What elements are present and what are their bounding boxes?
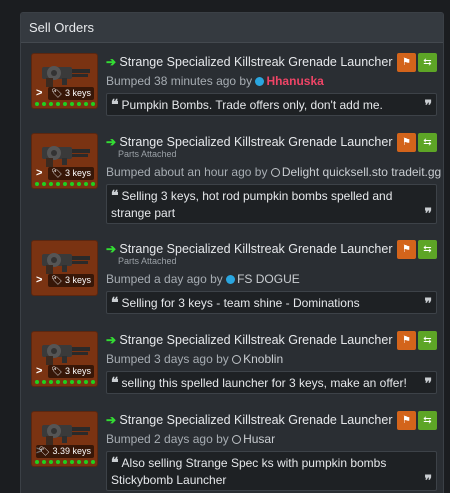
flag-button[interactable]: ⚑ (397, 331, 416, 350)
user-link[interactable]: Husar (243, 432, 275, 446)
bumped-line: Bumped 38 minutes ago by Hhanuska (106, 74, 324, 88)
price-tag: 🏷︎ 3 keys (48, 167, 94, 180)
trade-arrows-icon: ⇆ (423, 415, 432, 426)
order-comment: ❝ selling this spelled launcher for 3 key… (106, 371, 437, 394)
trade-button[interactable]: ⇆ (418, 240, 437, 259)
trade-arrows-icon: ⇆ (423, 244, 432, 255)
flag-icon: ⚑ (402, 137, 411, 148)
status-dots (35, 380, 95, 384)
user-link[interactable]: FS DOGUE (237, 272, 300, 286)
trade-button[interactable]: ⇆ (418, 331, 437, 350)
trade-button[interactable]: ⇆ (418, 133, 437, 152)
parts-attached-label: Parts Attached (118, 256, 177, 266)
online-status-icon (255, 77, 265, 86)
grenade-launcher-icon (42, 146, 90, 167)
grenade-launcher-icon (42, 253, 90, 274)
item-icon-box[interactable]: > 🏷︎ 3.39 keys (31, 411, 98, 467)
killstreak-chevron-icon: > (36, 167, 43, 179)
item-icon-box[interactable]: > 🏷︎ 3 keys (31, 331, 98, 387)
order-comment: ❝ Selling for 3 keys - team shine - Domin… (106, 291, 437, 314)
flag-icon: ⚑ (402, 335, 411, 346)
panel-title: Sell Orders (21, 13, 443, 43)
price-tag: 🏷︎ 3.39 keys (35, 445, 94, 458)
flag-icon: ⚑ (402, 57, 411, 68)
grenade-launcher-icon (42, 344, 90, 365)
order-row: > 🏷︎ 3 keys ➔ Strange Specialized Killst… (31, 331, 437, 411)
quote-open-icon: ❝ (111, 295, 119, 311)
quote-close-icon: ❞ (424, 98, 432, 114)
price-tag: 🏷︎ 3 keys (48, 274, 94, 287)
flag-button[interactable]: ⚑ (397, 53, 416, 72)
item-title[interactable]: Strange Specialized Killstreak Grenade L… (119, 242, 392, 256)
parts-attached-label: Parts Attached (118, 149, 177, 159)
status-dots (35, 102, 95, 106)
online-status-icon (226, 275, 236, 284)
quote-close-icon: ❞ (424, 473, 432, 489)
trade-arrows-icon: ⇆ (423, 57, 432, 68)
arrow-right-icon: ➔ (106, 135, 117, 149)
arrow-right-icon: ➔ (106, 242, 117, 256)
arrow-right-icon: ➔ (106, 413, 117, 427)
order-row: > 🏷︎ 3.39 keys ➔ Strange Specialized Kil… (31, 411, 437, 493)
arrow-right-icon: ➔ (106, 55, 117, 69)
bumped-line: Bumped 2 days ago by Husar (106, 432, 276, 446)
item-icon-box[interactable]: > 🏷︎ 3 keys (31, 133, 98, 189)
user-link[interactable]: Delight quicksell.sto tradeit.gg (282, 165, 441, 179)
offline-status-icon (232, 355, 242, 364)
trade-button[interactable]: ⇆ (418, 53, 437, 72)
item-title[interactable]: Strange Specialized Killstreak Grenade L… (119, 135, 392, 149)
trade-arrows-icon: ⇆ (423, 335, 432, 346)
user-link[interactable]: Knoblin (243, 352, 283, 366)
price-tag: 🏷︎ 3 keys (48, 87, 94, 100)
trade-button[interactable]: ⇆ (418, 411, 437, 430)
killstreak-chevron-icon: > (36, 274, 43, 286)
item-title[interactable]: Strange Specialized Killstreak Grenade L… (119, 413, 392, 427)
grenade-launcher-icon (42, 66, 90, 87)
flag-button[interactable]: ⚑ (397, 133, 416, 152)
status-dots (35, 182, 95, 186)
arrow-right-icon: ➔ (106, 333, 117, 347)
item-title[interactable]: Strange Specialized Killstreak Grenade L… (119, 55, 392, 69)
flag-button[interactable]: ⚑ (397, 411, 416, 430)
order-row: > 🏷︎ 3 keys ➔ Strange Specialized Killst… (31, 53, 437, 133)
bumped-line: Bumped about an hour ago by Delight quic… (106, 165, 442, 179)
flag-icon: ⚑ (402, 415, 411, 426)
order-comment: ❝ Selling 3 keys, hot rod pumpkin bombs s… (106, 184, 437, 224)
item-title[interactable]: Strange Specialized Killstreak Grenade L… (119, 333, 392, 347)
quote-open-icon: ❝ (111, 455, 119, 471)
offline-status-icon (232, 435, 242, 444)
quote-open-icon: ❝ (111, 375, 119, 391)
order-comment: ❝ Pumpkin Bombs. Trade offers only, don't… (106, 93, 437, 116)
grenade-launcher-icon (42, 424, 90, 445)
order-row: > 🏷︎ 3 keys ➔ Strange Specialized Killst… (31, 133, 441, 243)
killstreak-chevron-icon: > (36, 365, 43, 377)
status-dots (35, 460, 95, 464)
quote-open-icon: ❝ (111, 97, 119, 113)
trade-arrows-icon: ⇆ (423, 137, 432, 148)
quote-close-icon: ❞ (424, 296, 432, 312)
bumped-line: Bumped 3 days ago by Knoblin (106, 352, 284, 366)
quote-open-icon: ❝ (111, 188, 119, 204)
user-link[interactable]: Hhanuska (266, 74, 323, 88)
order-comment: ❝ Also selling Strange Spec ks with pumpk… (106, 451, 437, 491)
flag-icon: ⚑ (402, 244, 411, 255)
bumped-line: Bumped a day ago by FS DOGUE (106, 272, 300, 286)
price-tag: 🏷︎ 3 keys (48, 365, 94, 378)
item-icon-box[interactable]: > 🏷︎ 3 keys (31, 240, 98, 296)
item-icon-box[interactable]: > 🏷︎ 3 keys (31, 53, 98, 109)
quote-close-icon: ❞ (424, 206, 432, 222)
quote-close-icon: ❞ (424, 376, 432, 392)
offline-status-icon (270, 168, 280, 177)
flag-button[interactable]: ⚑ (397, 240, 416, 259)
killstreak-chevron-icon: > (36, 87, 43, 99)
sell-orders-panel: Sell Orders > 🏷︎ 3 keys ➔ Strange Specia… (20, 12, 444, 493)
order-row: > 🏷︎ 3 keys ➔ Strange Specialized Killst… (31, 240, 437, 330)
